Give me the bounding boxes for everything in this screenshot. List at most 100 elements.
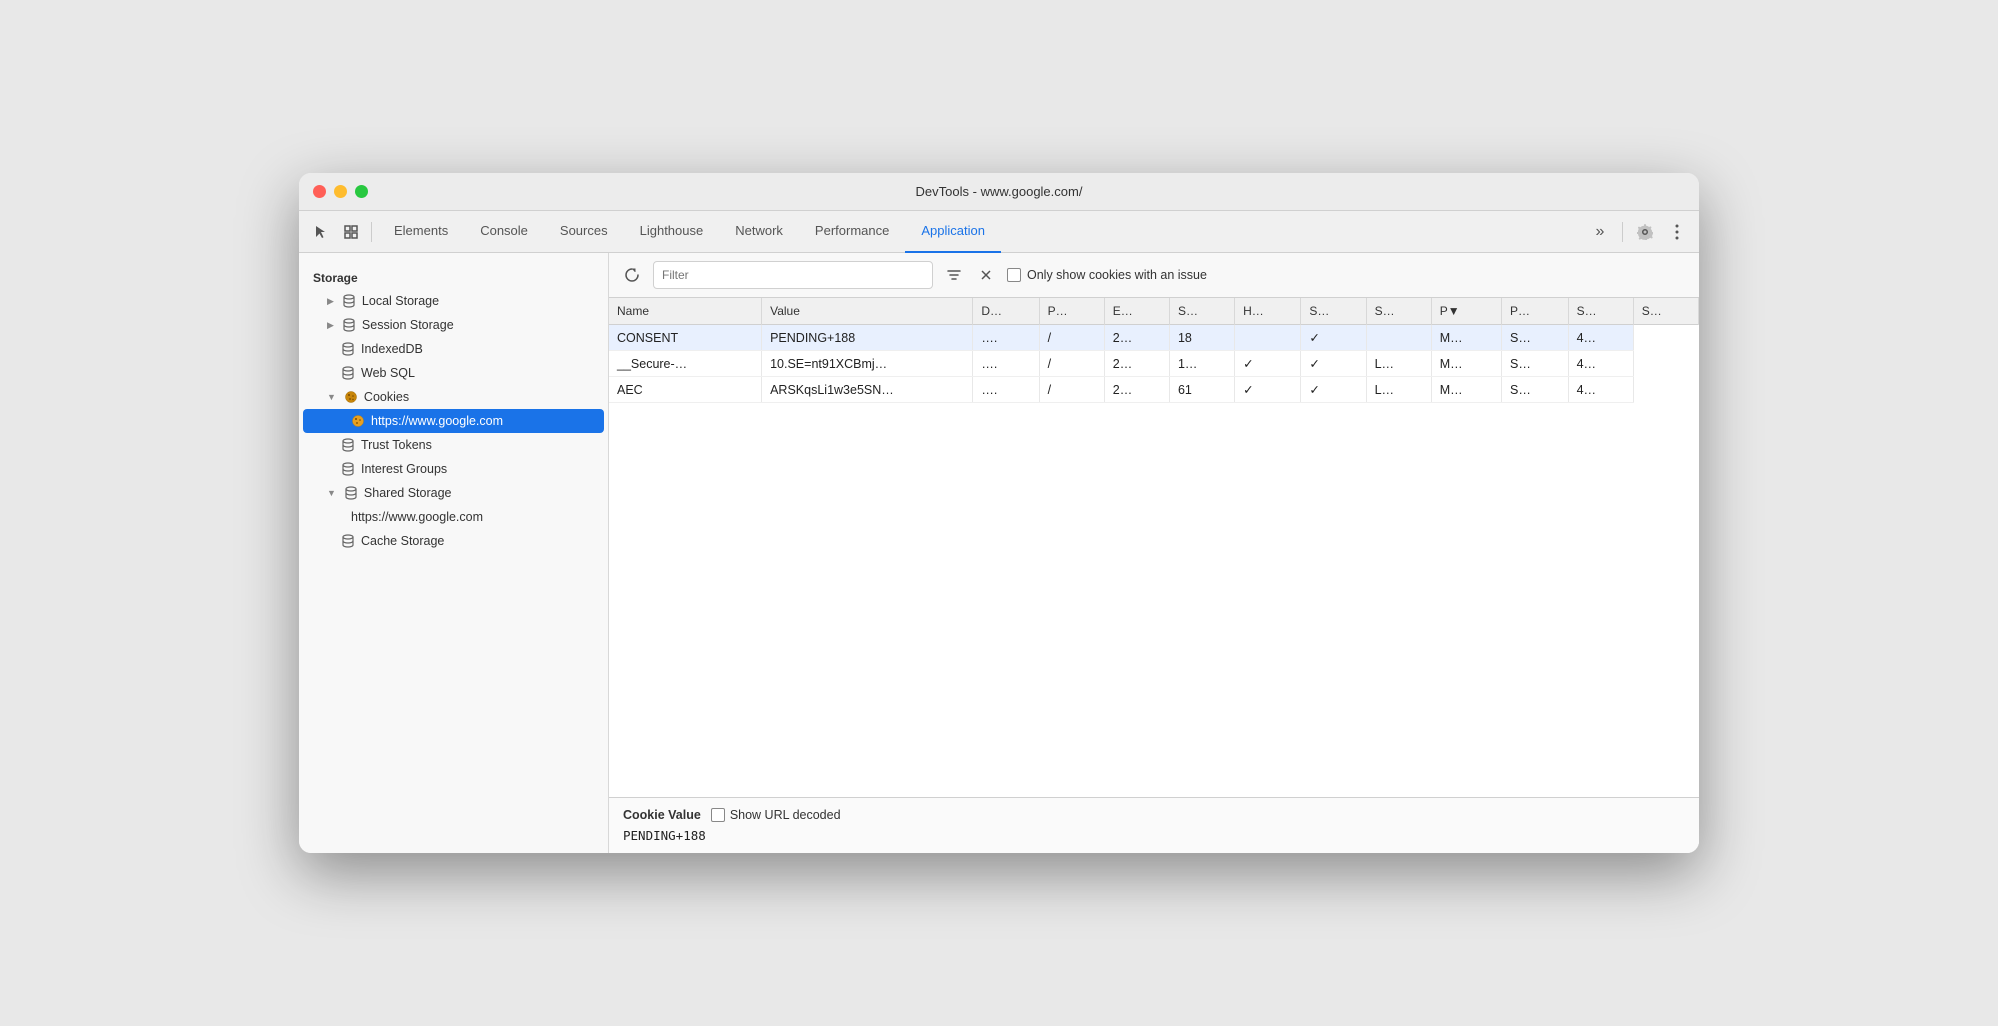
cell-priority-aec: M…	[1431, 377, 1501, 403]
show-decoded-checkbox[interactable]	[711, 808, 725, 822]
cell-priority-consent: M…	[1431, 325, 1501, 351]
tab-sources[interactable]: Sources	[544, 211, 624, 253]
cookie-icon-cookies	[344, 390, 358, 404]
cell-partitionkey-secure: S…	[1502, 351, 1569, 377]
col-secure[interactable]: S…	[1301, 298, 1366, 325]
db-icon-session	[342, 318, 356, 332]
collapse-arrow-session: ▶	[327, 320, 334, 331]
sidebar-item-cookies-google[interactable]: https://www.google.com	[303, 409, 604, 433]
cell-path-aec: /	[1039, 377, 1104, 403]
filter-input[interactable]	[653, 261, 933, 289]
close-button[interactable]	[313, 185, 326, 198]
sidebar-item-cache-storage[interactable]: Cache Storage	[303, 529, 604, 553]
traffic-lights	[313, 185, 368, 198]
shared-storage-google-label: https://www.google.com	[351, 510, 483, 524]
collapse-arrow-local: ▶	[327, 296, 334, 307]
refresh-button[interactable]	[619, 262, 645, 288]
main-layout: Storage ▶ Local Storage ▶ Ses	[299, 253, 1699, 853]
col-path[interactable]: P…	[1039, 298, 1104, 325]
cell-size-aec: 61	[1169, 377, 1234, 403]
cell-sourceport-secure: 4…	[1568, 351, 1633, 377]
tab-network[interactable]: Network	[719, 211, 799, 253]
cell-value-consent: PENDING+188	[762, 325, 973, 351]
cell-sourceport-aec: 4…	[1568, 377, 1633, 403]
show-issues-checkbox[interactable]	[1007, 268, 1021, 282]
db-icon-local	[342, 294, 356, 308]
local-storage-label: Local Storage	[362, 294, 439, 308]
show-decoded-label: Show URL decoded	[730, 808, 841, 822]
sidebar-item-trust-tokens[interactable]: Trust Tokens	[303, 433, 604, 457]
sidebar-item-session-storage[interactable]: ▶ Session Storage	[303, 313, 604, 337]
cell-name-consent: CONSENT	[609, 325, 762, 351]
sidebar-item-shared-storage-google[interactable]: https://www.google.com	[303, 505, 604, 529]
cookie-value-header: Cookie Value Show URL decoded	[623, 808, 1685, 822]
col-samesite[interactable]: S…	[1366, 298, 1431, 325]
toolbar-divider-2	[1622, 222, 1623, 242]
cell-httponly-aec: ✓	[1235, 377, 1301, 403]
sidebar-item-indexeddb[interactable]: IndexedDB	[303, 337, 604, 361]
cursor-icon[interactable]	[307, 218, 335, 246]
cell-path-consent: /	[1039, 325, 1104, 351]
tab-elements[interactable]: Elements	[378, 211, 464, 253]
cell-sourceport-consent: 4…	[1568, 325, 1633, 351]
db-icon-trust	[341, 438, 355, 452]
more-options-icon[interactable]	[1663, 218, 1691, 246]
cell-priority-secure: M…	[1431, 351, 1501, 377]
web-sql-label: Web SQL	[361, 366, 415, 380]
shared-storage-label: Shared Storage	[364, 486, 452, 500]
cookie-value-text: PENDING+188	[623, 828, 1685, 843]
col-size[interactable]: S…	[1169, 298, 1234, 325]
indexeddb-label: IndexedDB	[361, 342, 423, 356]
col-sourceport[interactable]: S…	[1568, 298, 1633, 325]
col-sourcesch[interactable]: S…	[1633, 298, 1698, 325]
sidebar-item-local-storage[interactable]: ▶ Local Storage	[303, 289, 604, 313]
col-partitionkey[interactable]: P…	[1502, 298, 1569, 325]
sidebar-item-cookies[interactable]: ▼ Cookies	[303, 385, 604, 409]
cache-storage-label: Cache Storage	[361, 534, 444, 548]
col-httponly[interactable]: H…	[1235, 298, 1301, 325]
col-expires[interactable]: E…	[1104, 298, 1169, 325]
settings-icon[interactable]	[1631, 218, 1659, 246]
cell-domain-aec: ….	[973, 377, 1039, 403]
sidebar-item-interest-groups[interactable]: Interest Groups	[303, 457, 604, 481]
filter-bar: Only show cookies with an issue	[609, 253, 1699, 298]
toolbar-actions: »	[1586, 218, 1691, 246]
sidebar-item-web-sql[interactable]: Web SQL	[303, 361, 604, 385]
show-decoded-toggle[interactable]: Show URL decoded	[711, 808, 841, 822]
table-row[interactable]: __Secure-… 10.SE=nt91XCBmj… …. / 2… 1… ✓…	[609, 351, 1699, 377]
cell-samesite-secure: L…	[1366, 351, 1431, 377]
db-icon-interest	[341, 462, 355, 476]
inspect-icon[interactable]	[337, 218, 365, 246]
titlebar: DevTools - www.google.com/	[299, 173, 1699, 211]
col-name[interactable]: Name	[609, 298, 762, 325]
window-title: DevTools - www.google.com/	[916, 184, 1083, 199]
cell-secure-secure: ✓	[1301, 351, 1366, 377]
trust-tokens-label: Trust Tokens	[361, 438, 432, 452]
toolbar: Elements Console Sources Lighthouse Netw…	[299, 211, 1699, 253]
cookie-value-label: Cookie Value	[623, 808, 701, 822]
cell-secure-consent: ✓	[1301, 325, 1366, 351]
tab-lighthouse[interactable]: Lighthouse	[624, 211, 720, 253]
show-issues-filter[interactable]: Only show cookies with an issue	[1007, 268, 1207, 282]
table-row[interactable]: AEC ARSKqsLi1w3e5SN… …. / 2… 61 ✓ ✓ L… M…	[609, 377, 1699, 403]
tab-application[interactable]: Application	[905, 211, 1001, 253]
filter-settings-icon[interactable]	[941, 262, 967, 288]
tab-console[interactable]: Console	[464, 211, 544, 253]
session-storage-label: Session Storage	[362, 318, 454, 332]
cell-path-secure: /	[1039, 351, 1104, 377]
show-issues-label: Only show cookies with an issue	[1027, 268, 1207, 282]
col-domain[interactable]: D…	[973, 298, 1039, 325]
minimize-button[interactable]	[334, 185, 347, 198]
tab-performance[interactable]: Performance	[799, 211, 905, 253]
cell-expires-consent: 2…	[1104, 325, 1169, 351]
sidebar-item-shared-storage[interactable]: ▼ Shared Storage	[303, 481, 604, 505]
cell-name-aec: AEC	[609, 377, 762, 403]
more-tabs-button[interactable]: »	[1586, 218, 1614, 246]
table-row[interactable]: CONSENT PENDING+188 …. / 2… 18 ✓ M… S… 4…	[609, 325, 1699, 351]
col-value[interactable]: Value	[762, 298, 973, 325]
maximize-button[interactable]	[355, 185, 368, 198]
cell-value-secure: 10.SE=nt91XCBmj…	[762, 351, 973, 377]
col-priority[interactable]: P▼	[1431, 298, 1501, 325]
clear-filter-button[interactable]	[973, 262, 999, 288]
collapse-arrow-shared: ▼	[327, 488, 336, 498]
